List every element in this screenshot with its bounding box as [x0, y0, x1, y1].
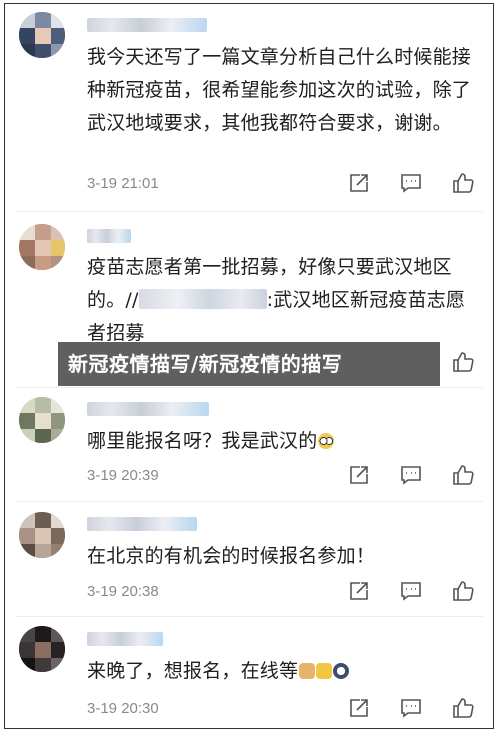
thumbs-up-icon[interactable] — [451, 350, 475, 374]
comment-text-part: 哪里能报名呀？我是武汉的 — [87, 430, 318, 452]
comment-text: 我今天还写了一篇文章分析自己什么时候能接种新冠疫苗，很希望能参加这次的试验，除了… — [87, 46, 472, 134]
thumbs-up-icon[interactable] — [451, 171, 475, 195]
overlay-caption: 新冠疫情描写/新冠疫情的描写 — [58, 342, 440, 386]
avatar[interactable] — [19, 12, 65, 58]
username-blurred[interactable] — [87, 517, 197, 531]
username-blurred[interactable] — [87, 18, 207, 32]
comment-text-part: 来晚了，想报名，在线等 — [87, 660, 299, 682]
divider — [15, 616, 483, 617]
comment-text: 疫苗志愿者第一批招募，好像只要武汉地区的。//:武汉地区新冠疫苗志愿者招募 — [87, 251, 483, 350]
thumbs-up-icon[interactable] — [451, 579, 475, 603]
share-icon[interactable] — [347, 463, 371, 487]
comment-text: 哪里能报名呀？我是武汉的 — [87, 425, 483, 458]
comment-time: 3-19 20:38 — [87, 583, 159, 600]
avatar[interactable] — [19, 397, 65, 443]
comment-time: 3-19 20:30 — [87, 700, 159, 717]
comment-time: 3-19 20:39 — [87, 467, 159, 484]
comment-icon[interactable] — [399, 696, 423, 720]
emoji-icon — [299, 663, 316, 679]
emoji-icon — [333, 663, 350, 679]
avatar[interactable] — [19, 512, 65, 558]
divider — [15, 211, 483, 212]
username-blurred[interactable] — [87, 402, 209, 416]
comment-time: 3-19 21:01 — [87, 175, 159, 192]
comment-icon[interactable] — [399, 463, 423, 487]
comment-actions — [347, 463, 477, 487]
comment-actions — [347, 171, 477, 195]
share-icon[interactable] — [347, 696, 371, 720]
username-blurred[interactable] — [87, 632, 163, 646]
username-blurred[interactable] — [87, 229, 131, 243]
thumbs-up-icon[interactable] — [451, 463, 475, 487]
comment-text: 在北京的有机会的时候报名参加！ — [87, 545, 376, 567]
avatar[interactable] — [19, 224, 65, 270]
comment-actions — [347, 579, 477, 603]
emoji-icon — [318, 433, 335, 449]
comment-icon[interactable] — [399, 579, 423, 603]
comment-icon[interactable] — [399, 171, 423, 195]
avatar[interactable] — [19, 626, 65, 672]
mention-blurred[interactable] — [138, 289, 267, 309]
divider — [15, 387, 483, 388]
emoji-icon — [316, 663, 333, 679]
divider — [15, 501, 483, 502]
comment-actions — [347, 696, 477, 720]
comment-text: 来晚了，想报名，在线等 — [87, 655, 483, 688]
share-icon[interactable] — [347, 171, 371, 195]
share-icon[interactable] — [347, 579, 371, 603]
thumbs-up-icon[interactable] — [451, 696, 475, 720]
